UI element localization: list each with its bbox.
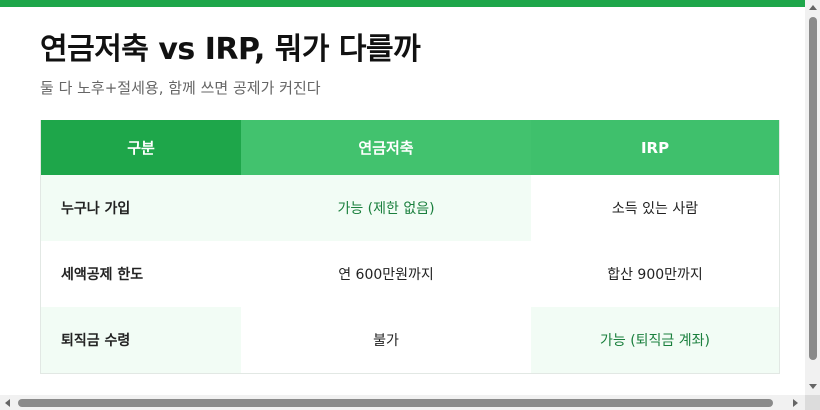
table-header-row: 구분 연금저축 IRP: [41, 120, 779, 175]
horizontal-scrollbar[interactable]: [0, 395, 805, 410]
table-row: 세액공제 한도 연 600만원까지 합산 900만까지: [41, 241, 779, 307]
scroll-right-icon[interactable]: [793, 399, 798, 407]
header-pension-savings: 연금저축: [241, 120, 531, 175]
comparison-table: 구분 연금저축 IRP 누구나 가입 가능 (제한 없음) 소득 있는 사람 세…: [40, 120, 780, 374]
top-accent-bar: [0, 0, 805, 7]
cell-pension-savings: 가능 (제한 없음): [241, 175, 531, 241]
horizontal-scroll-thumb[interactable]: [18, 399, 773, 407]
page-title: 연금저축 vs IRP, 뭐가 다를까: [40, 32, 421, 67]
table-row: 누구나 가입 가능 (제한 없음) 소득 있는 사람: [41, 175, 779, 241]
row-label: 누구나 가입: [41, 175, 241, 241]
page-subtitle: 둘 다 노후+절세용, 함께 쓰면 공제가 커진다: [40, 79, 321, 97]
scrollbar-corner: [805, 395, 820, 410]
cell-irp: 가능 (퇴직금 계좌): [531, 307, 779, 373]
scroll-left-icon[interactable]: [5, 399, 10, 407]
vertical-scroll-thumb[interactable]: [809, 17, 817, 360]
header-irp: IRP: [531, 120, 779, 175]
row-label: 세액공제 한도: [61, 267, 144, 283]
row-label: 퇴직금 수령: [41, 307, 241, 373]
cell-irp: 소득 있는 사람: [531, 175, 779, 241]
table-row: 퇴직금 수령 불가 가능 (퇴직금 계좌): [41, 307, 779, 373]
header-category: 구분: [41, 120, 241, 175]
cell-pension-savings: 연 600만원까지: [241, 241, 531, 307]
scroll-up-icon[interactable]: [809, 5, 817, 10]
cell-pension-savings: 불가: [241, 307, 531, 373]
vertical-scrollbar[interactable]: [805, 0, 820, 395]
cell-irp: 합산 900만까지: [531, 241, 779, 307]
scroll-down-icon[interactable]: [809, 384, 817, 389]
page-header: 연금저축 vs IRP, 뭐가 다를까 둘 다 노후+절세용, 함께 쓰면 공제…: [40, 30, 780, 98]
